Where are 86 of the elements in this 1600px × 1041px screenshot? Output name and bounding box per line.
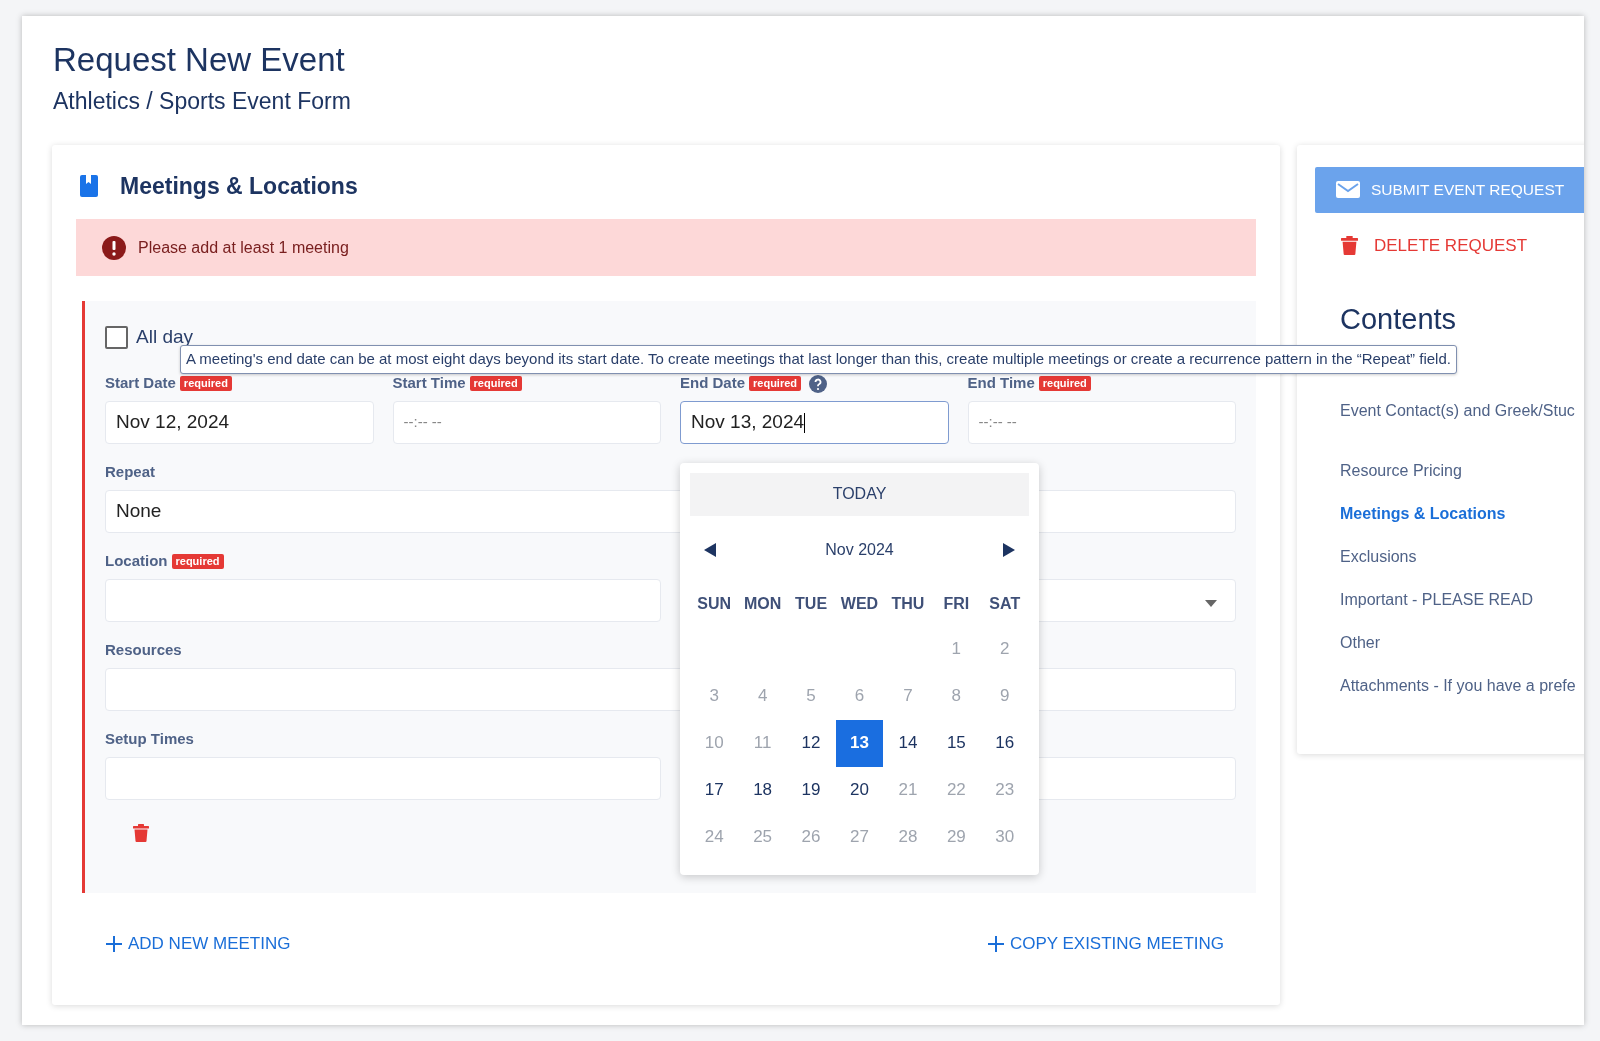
plus-icon — [106, 935, 122, 952]
input-field[interactable]: --:-- -- — [967, 400, 1236, 444]
contents-link[interactable]: Exclusions — [1340, 534, 1584, 578]
input-field[interactable] — [105, 578, 661, 622]
calendar-day[interactable]: 30 — [981, 813, 1029, 861]
weekday-label: FRI — [942, 593, 971, 614]
book-icon — [80, 174, 98, 197]
today-button[interactable]: TODAY — [690, 472, 1029, 516]
calendar-day[interactable]: 10 — [690, 719, 738, 767]
calendar-day[interactable]: 25 — [739, 813, 787, 861]
calendar-day[interactable]: 3 — [690, 672, 738, 720]
calendar-day[interactable]: 26 — [787, 813, 835, 861]
weekday-label: SUN — [696, 593, 733, 614]
calendar-day[interactable]: 9 — [981, 672, 1029, 720]
weekday-label: TUE — [794, 593, 829, 614]
calendar-day[interactable]: 20 — [836, 766, 883, 814]
error-icon — [102, 235, 126, 260]
required-tag: required — [749, 376, 802, 391]
calendar-day[interactable]: 17 — [690, 766, 738, 814]
required-tag: required — [469, 376, 522, 391]
calendar-day[interactable]: 18 — [739, 766, 787, 814]
help-icon[interactable] — [809, 374, 828, 393]
weekday-label: WED — [839, 593, 880, 614]
contents-title: Contents — [1340, 302, 1458, 337]
contents-link[interactable]: Important - PLEASE READ — [1340, 577, 1584, 621]
plus-icon — [987, 935, 1004, 952]
page-subtitle: Athletics / Sports Event Form — [53, 87, 352, 116]
alert-message: Please add at least 1 meeting — [138, 237, 349, 258]
field-label: Repeat — [105, 462, 156, 483]
weekday-label: THU — [890, 593, 926, 614]
calendar-day[interactable]: 28 — [884, 813, 932, 861]
required-tag: required — [171, 554, 224, 569]
field-label: Resources — [105, 640, 182, 661]
calendar-day[interactable]: 7 — [884, 672, 932, 720]
add-meeting-link[interactable]: ADD NEW MEETING — [106, 931, 291, 957]
calendar-day[interactable]: 15 — [932, 719, 980, 767]
calendar-day[interactable]: 16 — [981, 719, 1029, 767]
calendar-day[interactable]: 1 — [932, 625, 980, 673]
field-label: Start Date — [105, 373, 176, 394]
calendar-day[interactable]: 12 — [787, 719, 835, 767]
calendar-day[interactable]: 14 — [884, 719, 932, 767]
contents-link[interactable]: Resource Pricing — [1340, 448, 1584, 492]
calendar-day[interactable]: 24 — [690, 813, 738, 861]
calendar-day[interactable]: 23 — [981, 766, 1029, 814]
calendar-day[interactable]: 8 — [932, 672, 980, 720]
tooltip: A meeting's end date can be at most eight days beyond its start date. To create meetings that last longer than this, create multiple meetings or create a recurrence pattern in the “Repeat” field. — [180, 345, 1457, 374]
calendar-day[interactable]: 11 — [739, 719, 787, 767]
calendar-day[interactable]: 2 — [981, 625, 1029, 673]
input-field[interactable]: Nov 13, 2024 — [680, 400, 949, 444]
calendar-day[interactable]: 27 — [836, 813, 883, 861]
required-tag: required — [1038, 376, 1091, 391]
field-label: End Time — [967, 373, 1035, 394]
delete-icon[interactable] — [133, 823, 149, 842]
required-tag: required — [179, 376, 232, 391]
calendar-day[interactable]: 29 — [932, 813, 980, 861]
checkbox[interactable] — [105, 325, 128, 349]
month-label: Nov 2024 — [825, 539, 894, 560]
submit-button[interactable]: SUBMIT EVENT REQUEST — [1315, 166, 1584, 213]
input-field[interactable]: --:-- -- — [392, 400, 661, 444]
input-field[interactable] — [105, 756, 661, 800]
section-title: Meetings & Locations — [120, 171, 358, 201]
calendar-day[interactable]: 4 — [739, 672, 787, 720]
page-title: Request New Event — [53, 40, 346, 80]
envelope-icon — [1335, 180, 1361, 199]
next-month-icon[interactable] — [1003, 542, 1015, 557]
field-label: Setup Times — [105, 729, 194, 750]
calendar-day[interactable]: 6 — [836, 672, 883, 720]
contents-link[interactable]: Attachments - If you have a prefe — [1340, 663, 1584, 707]
input-field[interactable]: Nov 12, 2024 — [105, 400, 374, 444]
calendar-day[interactable]: 22 — [932, 766, 980, 814]
calendar-day[interactable]: 19 — [787, 766, 835, 814]
field-label: Start Time — [392, 373, 466, 394]
trash-icon[interactable] — [1341, 234, 1358, 256]
calendar-day[interactable]: 5 — [787, 672, 835, 720]
field-label: End Date — [680, 373, 745, 394]
contents-link[interactable]: Event Contact(s) and Greek/Stuc — [1340, 388, 1584, 449]
delete-request-button[interactable]: DELETE REQUEST — [1315, 232, 1528, 258]
field-label: Location — [105, 551, 168, 572]
copy-meeting-link[interactable]: COPY EXISTING MEETING — [987, 931, 1224, 957]
weekday-label: SAT — [988, 593, 1022, 614]
contents-link[interactable]: Other — [1340, 620, 1584, 664]
weekday-label: MON — [742, 593, 783, 614]
contents-link[interactable]: Meetings & Locations — [1340, 491, 1584, 535]
calendar-day[interactable]: 21 — [884, 766, 932, 814]
previous-month-icon[interactable] — [704, 542, 716, 557]
calendar-day[interactable]: 13 — [836, 719, 883, 767]
